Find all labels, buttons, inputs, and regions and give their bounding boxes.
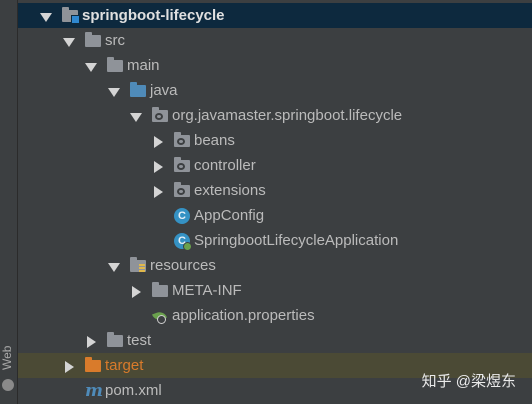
project-tree: springboot-lifecycle src main java org.j… xyxy=(18,0,532,404)
tree-item-label: resources xyxy=(150,257,216,274)
spring-properties-icon xyxy=(152,309,168,324)
folder-icon xyxy=(152,281,168,297)
folder-icon xyxy=(85,31,101,47)
chevron-down-icon[interactable] xyxy=(40,11,52,22)
tree-item-label: SpringbootLifecycleApplication xyxy=(194,232,399,249)
tree-item-meta-inf[interactable]: META-INF xyxy=(18,278,532,303)
tree-item-application-properties[interactable]: application.properties xyxy=(18,303,532,328)
chevron-down-icon[interactable] xyxy=(108,86,120,97)
tree-item-label: beans xyxy=(194,132,235,149)
chevron-right-icon[interactable] xyxy=(63,360,74,373)
chevron-right-icon[interactable] xyxy=(152,185,163,198)
tree-item-label: src xyxy=(105,32,125,49)
spring-boot-class-icon: C xyxy=(174,232,192,251)
module-folder-icon xyxy=(62,6,80,24)
source-folder-icon xyxy=(130,81,146,97)
chevron-right-icon[interactable] xyxy=(85,335,96,348)
package-icon xyxy=(174,181,190,197)
tree-item-label: target xyxy=(105,357,144,374)
folder-icon xyxy=(107,331,123,347)
tree-item-label: AppConfig xyxy=(194,207,265,224)
chevron-right-icon[interactable] xyxy=(130,285,141,298)
chevron-right-icon[interactable] xyxy=(152,160,163,173)
package-icon xyxy=(174,131,190,147)
tree-item-label: application.properties xyxy=(172,307,315,324)
globe-icon[interactable] xyxy=(2,379,14,391)
tree-item-label: main xyxy=(127,57,160,74)
tree-item-org-javamaster-springboot-lifecycle[interactable]: org.javamaster.springboot.lifecycle xyxy=(18,103,532,128)
tree-item-label: controller xyxy=(194,157,256,174)
package-icon xyxy=(152,106,168,122)
tree-item-java[interactable]: java xyxy=(18,78,532,103)
tree-item-resources[interactable]: resources xyxy=(18,253,532,278)
tree-item-label: META-INF xyxy=(172,282,242,299)
tree-item-label: extensions xyxy=(194,182,266,199)
tree-item-springboot-lifecycle[interactable]: springboot-lifecycle xyxy=(18,3,532,28)
tree-item-label: java xyxy=(150,82,178,99)
tree-item-beans[interactable]: beans xyxy=(18,128,532,153)
tree-item-appconfig[interactable]: C AppConfig xyxy=(18,203,532,228)
tree-item-label: springboot-lifecycle xyxy=(82,7,225,24)
excluded-folder-icon xyxy=(85,356,101,372)
watermark: 知乎 @梁煜东 xyxy=(421,373,516,390)
tree-item-springbootlifecycleapplication[interactable]: C SpringbootLifecycleApplication xyxy=(18,228,532,253)
chevron-right-icon[interactable] xyxy=(152,135,163,148)
tree-item-main[interactable]: main xyxy=(18,53,532,78)
tree-item-controller[interactable]: controller xyxy=(18,153,532,178)
tree-item-label: org.javamaster.springboot.lifecycle xyxy=(172,107,403,124)
resources-folder-icon xyxy=(130,256,146,272)
package-icon xyxy=(174,156,190,172)
left-tool-strip: Web xyxy=(0,0,18,404)
class-icon: C xyxy=(174,207,190,224)
tree-item-label: test xyxy=(127,332,152,349)
folder-icon xyxy=(107,56,123,72)
maven-icon: m xyxy=(85,380,103,401)
tree-item-src[interactable]: src xyxy=(18,28,532,53)
tree-item-label: pom.xml xyxy=(105,382,162,399)
chevron-down-icon[interactable] xyxy=(85,61,97,72)
tree-item-extensions[interactable]: extensions xyxy=(18,178,532,203)
web-tool-window-tab[interactable]: Web xyxy=(0,346,17,370)
chevron-down-icon[interactable] xyxy=(130,111,142,122)
tree-item-test[interactable]: test xyxy=(18,328,532,353)
chevron-down-icon[interactable] xyxy=(63,36,75,47)
chevron-down-icon[interactable] xyxy=(108,261,120,272)
